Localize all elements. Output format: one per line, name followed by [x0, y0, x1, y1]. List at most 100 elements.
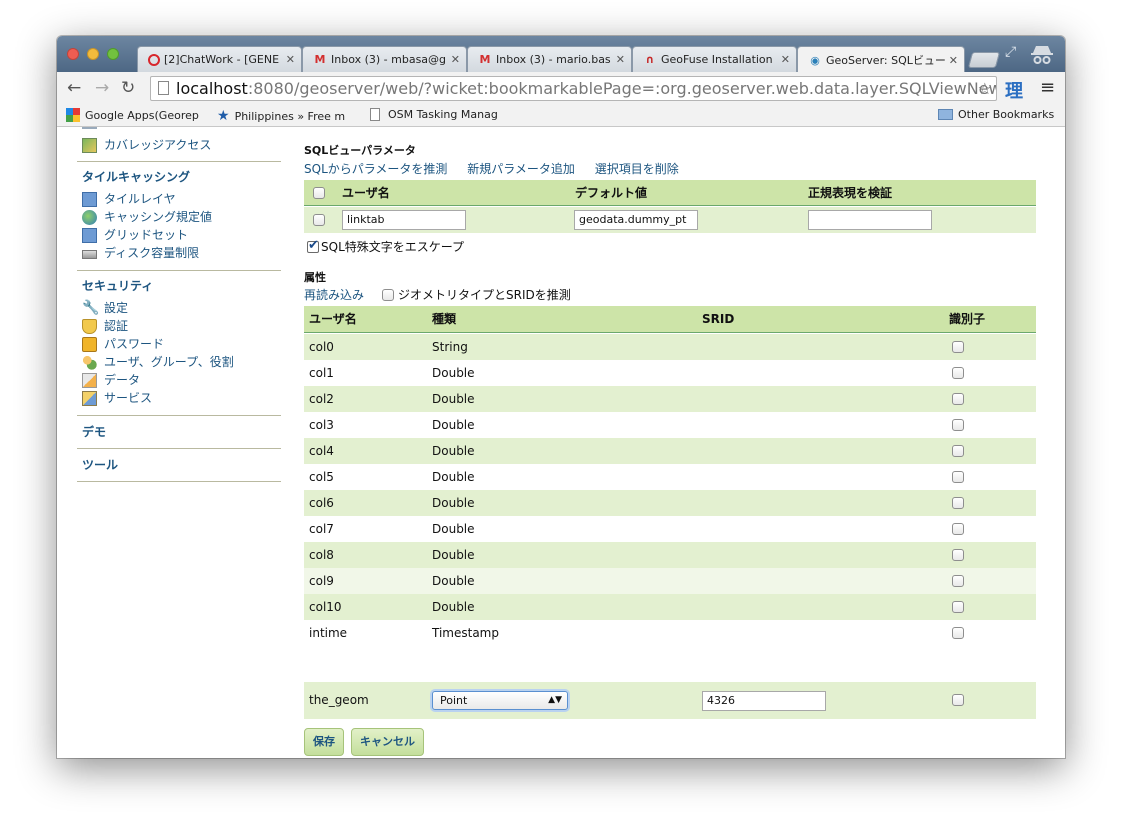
save-button[interactable]: 保存 — [304, 728, 344, 756]
escape-sql-option[interactable]: ✔ SQL特殊文字をエスケープ — [307, 238, 464, 255]
param-regex-input[interactable] — [808, 210, 932, 230]
geofuse-icon: ∩ — [645, 53, 655, 66]
identifier-checkbox[interactable] — [952, 497, 964, 509]
address-bar[interactable]: localhost:8080/geoserver/web/?wicket:boo… — [150, 76, 997, 101]
sidebar-item-gridsets[interactable]: グリッドセット — [82, 226, 188, 244]
checkbox-checked[interactable]: ✔ — [307, 238, 319, 253]
grid-icon — [82, 227, 97, 243]
identifier-checkbox[interactable] — [952, 575, 964, 587]
fullscreen-icon[interactable]: ⤢ — [1005, 44, 1016, 60]
identifier-checkbox[interactable] — [952, 601, 964, 613]
translate-icon[interactable]: 理 — [1005, 77, 1023, 103]
globe-icon — [82, 209, 97, 225]
browser-toolbar: ← → ↻ localhost:8080/geoserver/web/?wick… — [57, 72, 1065, 105]
sidebar-item-tile-layers[interactable]: タイルレイヤ — [82, 190, 176, 208]
attribute-name: col5 — [309, 470, 334, 484]
remove-selected-link[interactable]: 選択項目を削除 — [595, 162, 679, 176]
sidebar-item-passwords[interactable]: パスワード — [82, 335, 164, 353]
srid-input[interactable]: 4326 — [702, 691, 826, 711]
identifier-checkbox[interactable] — [952, 445, 964, 457]
sidebar-section-tools[interactable]: ツール — [77, 456, 118, 474]
sidebar-section-demos[interactable]: デモ — [77, 423, 106, 441]
add-param-link[interactable]: 新規パラメータ追加 — [467, 162, 575, 176]
params-header: ユーザ名 デフォルト値 正規表現を検証 — [304, 180, 1036, 206]
reload-icon[interactable]: ↻ — [121, 78, 135, 98]
sidebar-item-users-groups-roles[interactable]: ユーザ、グループ、役割 — [82, 353, 234, 371]
close-tab-icon[interactable]: ✕ — [451, 53, 460, 66]
bookmark-item[interactable]: ★ Philippines » Free m — [217, 108, 345, 124]
attribute-type: Double — [432, 392, 475, 406]
param-name-input[interactable]: linktab — [342, 210, 466, 230]
attribute-name: col1 — [309, 366, 334, 380]
attribute-name: col3 — [309, 418, 334, 432]
attribute-type: Double — [432, 444, 475, 458]
sidebar-item-data[interactable]: データ — [82, 371, 140, 389]
close-tab-icon[interactable]: ✕ — [286, 53, 295, 66]
browser-tab[interactable]: M Inbox (3) - mario.bas ✕ — [467, 46, 632, 72]
attribute-type: Double — [432, 522, 475, 536]
browser-tab[interactable]: ∩ GeoFuse Installation ✕ — [632, 46, 797, 72]
browser-tab[interactable]: [2]ChatWork - [GENE ✕ — [137, 46, 302, 72]
bookmark-item[interactable]: OSM Tasking Manag — [370, 108, 498, 121]
sidebar-item-disk-quota[interactable]: ディスク容量制限 — [82, 244, 199, 262]
attribute-name: col8 — [309, 548, 334, 562]
other-bookmarks[interactable]: Other Bookmarks — [938, 108, 1054, 121]
identifier-checkbox[interactable] — [952, 341, 964, 353]
attribute-name: col9 — [309, 574, 334, 588]
back-icon[interactable]: ← — [67, 78, 81, 98]
forward-icon[interactable]: → — [95, 78, 109, 98]
browser-tab-active[interactable]: ◉ GeoServer: SQLビュー ✕ — [797, 46, 965, 73]
bookmark-item[interactable]: Google Apps(Georep — [66, 108, 199, 122]
sql-view-parameters-title: SQLビューパラメータ — [304, 144, 416, 157]
sidebar-item-settings[interactable]: 🔧 設定 — [82, 299, 128, 317]
sidebar-item-services[interactable]: サービス — [82, 389, 152, 407]
identifier-checkbox[interactable] — [952, 523, 964, 535]
attribute-type: Double — [432, 366, 475, 380]
attribute-name: col10 — [309, 600, 342, 614]
guess-params-link[interactable]: SQLからパラメータを推測 — [304, 162, 447, 176]
select-all-checkbox[interactable] — [313, 187, 325, 199]
select-arrows-icon: ▲▼ — [548, 695, 562, 705]
identifier-checkbox[interactable] — [952, 367, 964, 379]
close-tab-icon[interactable]: ✕ — [949, 54, 958, 67]
identifier-checkbox[interactable] — [952, 419, 964, 431]
new-tab-button[interactable] — [967, 52, 1001, 68]
sidebar-section-security: セキュリティ — [82, 279, 154, 293]
identifier-checkbox[interactable] — [952, 393, 964, 405]
column-header: 種類 — [432, 312, 457, 326]
reload-link[interactable]: 再読み込み — [304, 286, 364, 303]
attribute-row: col6 Double — [304, 490, 1036, 516]
browser-window: [2]ChatWork - [GENE ✕ M Inbox (3) - mbas… — [57, 36, 1065, 758]
close-tab-icon[interactable]: ✕ — [616, 53, 625, 66]
attribute-type: Double — [432, 418, 475, 432]
geometry-type-select[interactable]: Point ▲▼ — [432, 691, 568, 710]
shield-icon — [82, 318, 97, 334]
attribute-row: col10 Double — [304, 594, 1036, 620]
identifier-checkbox[interactable] — [952, 694, 964, 706]
chatwork-icon — [148, 53, 160, 66]
menu-icon[interactable]: ≡ — [1040, 78, 1055, 98]
column-header: デフォルト値 — [575, 186, 648, 200]
close-window-button[interactable] — [67, 48, 79, 60]
bookmark-star-icon[interactable]: ☆ — [978, 77, 992, 100]
minimize-window-button[interactable] — [87, 48, 99, 60]
attribute-row: col8 Double — [304, 542, 1036, 568]
divider — [77, 448, 281, 449]
row-checkbox[interactable] — [313, 214, 325, 226]
sidebar-item-caching-defaults[interactable]: キャッシング規定値 — [82, 208, 212, 226]
zoom-window-button[interactable] — [107, 48, 119, 60]
attribute-name: intime — [309, 626, 348, 640]
attribute-row: col7 Double — [304, 516, 1036, 542]
sidebar-item-coverage-access[interactable]: カバレッジアクセス — [82, 136, 211, 154]
sidebar-item-authentication[interactable]: 認証 — [82, 317, 128, 335]
browser-tab[interactable]: M Inbox (3) - mbasa@g ✕ — [302, 46, 467, 72]
close-tab-icon[interactable]: ✕ — [781, 53, 790, 66]
cancel-button[interactable]: キャンセル — [351, 728, 424, 756]
guess-geometry-checkbox[interactable] — [382, 288, 395, 301]
identifier-checkbox[interactable] — [952, 627, 964, 639]
identifier-checkbox[interactable] — [952, 471, 964, 483]
param-default-input[interactable]: geodata.dummy_pt — [574, 210, 698, 230]
identifier-checkbox[interactable] — [952, 549, 964, 561]
gmail-icon: M — [479, 53, 491, 66]
star-icon: ★ — [217, 108, 230, 124]
